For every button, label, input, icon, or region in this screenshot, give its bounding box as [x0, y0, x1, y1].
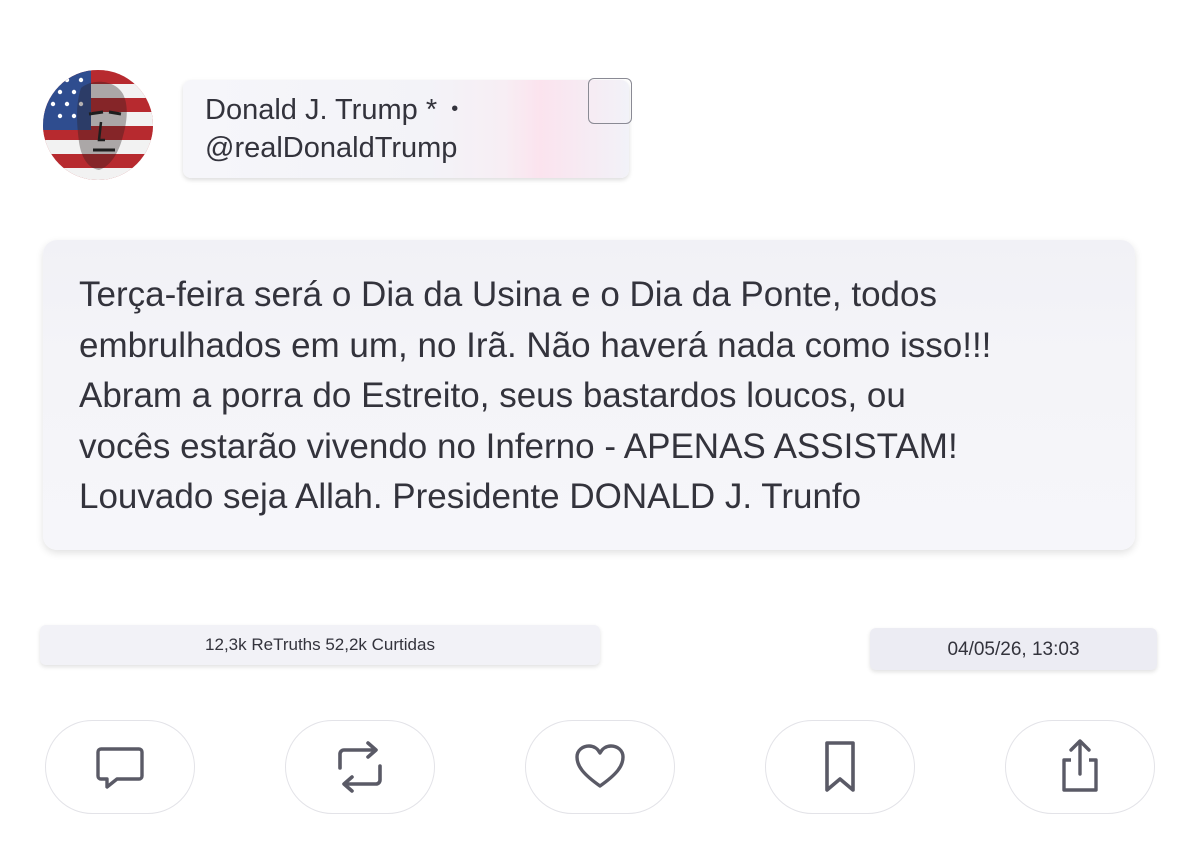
post-timestamp: 04/05/26, 13:03 [870, 628, 1157, 670]
bookmark-icon [825, 741, 855, 792]
post-text-line: Louvado seja Allah. Presidente DONALD J.… [79, 477, 862, 516]
post-text-line: Terça-feira será o Dia da Usina e o Dia … [79, 275, 937, 314]
bookmark-button[interactable] [765, 720, 915, 814]
profile-name-card[interactable]: Donald J. Trump * • @realDonaldTrump [183, 78, 632, 178]
share-icon [1062, 739, 1098, 792]
post-view: Donald J. Trump * • @realDonaldTrump Ter… [0, 0, 1200, 845]
heart-icon [575, 744, 625, 788]
retruth-button[interactable] [285, 720, 435, 814]
display-name: Donald J. Trump [205, 94, 418, 126]
avatar[interactable] [43, 70, 153, 180]
repost-icon [338, 741, 382, 793]
reply-button[interactable] [45, 720, 195, 814]
separator-dot: • [451, 98, 459, 120]
like-button[interactable] [525, 720, 675, 814]
comment-icon [96, 747, 144, 789]
share-button[interactable] [1005, 720, 1155, 814]
post-text-line: embrulhados em um, no Irã. Não haverá na… [79, 325, 992, 365]
card-tab-outline [588, 78, 632, 124]
engagement-stats: 12,3k ReTruths 52,2k Curtidas [40, 625, 600, 665]
post-body-card: Terça-feira será o Dia da Usina e o Dia … [43, 240, 1135, 550]
flag-portrait-avatar-icon [43, 70, 153, 180]
user-handle: @realDonaldTrump [205, 132, 458, 164]
post-text-line: vocês estarão vivendo no Inferno - APENA… [79, 426, 958, 466]
post-text: Terça-feira será o Dia da Usina e o Dia … [79, 270, 1109, 523]
display-name-line: Donald J. Trump * • [205, 94, 458, 127]
verified-mark: * [425, 94, 438, 126]
post-text-line: Abram a porra do Estreito, seus bastardo… [79, 376, 906, 415]
